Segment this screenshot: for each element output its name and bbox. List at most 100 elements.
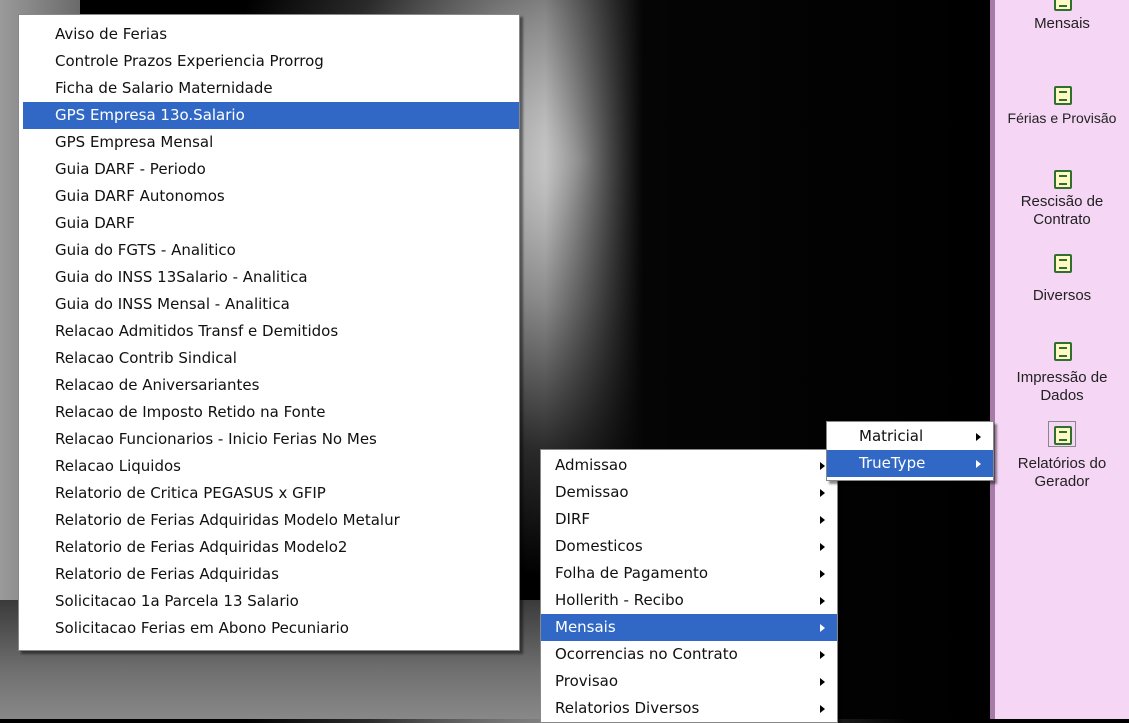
menu-item-1a-parcela-13[interactable]: Solicitacao 1a Parcela 13 Salario bbox=[19, 588, 519, 615]
menu-item-ferias-modelo-metalur[interactable]: Relatorio de Ferias Adquiridas Modelo Me… bbox=[19, 507, 519, 534]
menu-item-liquidos[interactable]: Relacao Liquidos bbox=[19, 453, 519, 480]
menu-item-matricial[interactable]: Matricial bbox=[827, 423, 993, 450]
menu-item-darf-autonomos[interactable]: Guia DARF Autonomos bbox=[19, 183, 519, 210]
menu-item-label: Guia do INSS 13Salario - Analitica bbox=[55, 268, 308, 286]
menu-item-label: Solicitacao 1a Parcela 13 Salario bbox=[55, 592, 299, 610]
menu-item-ferias-modelo2[interactable]: Relatorio de Ferias Adquiridas Modelo2 bbox=[19, 534, 519, 561]
menu-item-label: Admissao bbox=[555, 456, 628, 474]
sidebar-item-label: Diversos bbox=[1032, 287, 1092, 304]
menu-item-ficha-salario-maternidade[interactable]: Ficha de Salario Maternidade bbox=[19, 75, 519, 102]
menu-item-critica-pegasus-gfip[interactable]: Relatorio de Critica PEGASUS x GFIP bbox=[19, 480, 519, 507]
menu-item-label: Guia do INSS Mensal - Analitica bbox=[55, 295, 290, 313]
menu-item-label: Ficha de Salario Maternidade bbox=[55, 79, 273, 97]
sidebar-item-relatorios-gerador[interactable]: Relatórios do Gerador bbox=[995, 421, 1129, 491]
menu-item-label: TrueType bbox=[859, 454, 926, 472]
sidebar-item-label: Impressão de Dados bbox=[1016, 369, 1108, 404]
menu-item-label: Relacao Contrib Sindical bbox=[55, 349, 237, 367]
reports-menu: Aviso de Ferias Controle Prazos Experien… bbox=[18, 14, 520, 651]
menu-item-demissao[interactable]: Demissao bbox=[541, 479, 837, 506]
menu-item-admitidos-transf-demitidos[interactable]: Relacao Admitidos Transf e Demitidos bbox=[19, 318, 519, 345]
submenu-arrow-icon bbox=[820, 678, 825, 686]
menu-item-ocorrencias-contrato[interactable]: Ocorrencias no Contrato bbox=[541, 641, 837, 668]
menu-item-label: Relatorios Diversos bbox=[555, 699, 700, 717]
menu-item-mensais[interactable]: Mensais bbox=[541, 614, 837, 641]
submenu-arrow-icon bbox=[820, 651, 825, 659]
menu-item-gps-mensal[interactable]: GPS Empresa Mensal bbox=[19, 129, 519, 156]
report-icon bbox=[1051, 340, 1073, 361]
submenu-arrow-icon bbox=[820, 489, 825, 497]
menu-item-dirf[interactable]: DIRF bbox=[541, 506, 837, 533]
menu-item-ferias-adquiridas[interactable]: Relatorio de Ferias Adquiridas bbox=[19, 561, 519, 588]
menu-item-label: Aviso de Ferias bbox=[55, 25, 168, 43]
menu-item-imposto-retido[interactable]: Relacao de Imposto Retido na Fonte bbox=[19, 399, 519, 426]
menu-item-darf[interactable]: Guia DARF bbox=[19, 210, 519, 237]
menu-item-label: Relacao Funcionarios - Inicio Ferias No … bbox=[55, 430, 377, 448]
submenu-arrow-icon bbox=[976, 433, 981, 441]
submenu-arrow-icon bbox=[820, 597, 825, 605]
menu-item-relatorios-diversos[interactable]: Relatorios Diversos bbox=[541, 695, 837, 722]
sidebar-item-ferias-provisao[interactable]: Férias e Provisão bbox=[995, 84, 1129, 127]
menu-item-label: GPS Empresa 13o.Salario bbox=[55, 106, 245, 124]
menu-item-controle-prazos[interactable]: Controle Prazos Experiencia Prorrog bbox=[19, 48, 519, 75]
menu-item-truetype[interactable]: TrueType bbox=[827, 450, 993, 477]
submenu-arrow-icon bbox=[820, 543, 825, 551]
menu-item-aviso-ferias[interactable]: Aviso de Ferias bbox=[19, 21, 519, 48]
menu-item-label: Relatorio de Ferias Adquiridas Modelo Me… bbox=[55, 511, 400, 529]
menu-item-label: Relacao de Imposto Retido na Fonte bbox=[55, 403, 326, 421]
sidebar-item-diversos[interactable]: Diversos bbox=[995, 252, 1129, 305]
menu-item-label: Relatorio de Ferias Adquiridas Modelo2 bbox=[55, 538, 348, 556]
sidebar-item-impressao[interactable]: Impressão de Dados bbox=[995, 340, 1129, 405]
menu-item-label: Demissao bbox=[555, 483, 629, 501]
menu-item-hollerith-recibo[interactable]: Hollerith - Recibo bbox=[541, 587, 837, 614]
menu-item-label: Relatorio de Ferias Adquiridas bbox=[55, 565, 279, 583]
menu-item-darf-periodo[interactable]: Guia DARF - Periodo bbox=[19, 156, 519, 183]
menu-item-domesticos[interactable]: Domesticos bbox=[541, 533, 837, 560]
menu-item-gps-13o-salario[interactable]: GPS Empresa 13o.Salario bbox=[23, 102, 519, 129]
menu-item-contrib-sindical[interactable]: Relacao Contrib Sindical bbox=[19, 345, 519, 372]
menu-item-label: Hollerith - Recibo bbox=[555, 591, 684, 609]
menu-item-label: GPS Empresa Mensal bbox=[55, 133, 214, 151]
submenu-arrow-icon bbox=[976, 460, 981, 468]
report-icon bbox=[1051, 168, 1073, 189]
menu-item-label: Relacao Liquidos bbox=[55, 457, 181, 475]
menu-item-inss-mensal[interactable]: Guia do INSS Mensal - Analitica bbox=[19, 291, 519, 318]
menu-item-admissao[interactable]: Admissao bbox=[541, 452, 837, 479]
submenu-arrow-icon bbox=[820, 570, 825, 578]
report-sidebar: Mensais Férias e Provisão Rescisão de Co… bbox=[990, 0, 1129, 719]
menu-item-inss-13salario[interactable]: Guia do INSS 13Salario - Analitica bbox=[19, 264, 519, 291]
sidebar-item-label: Relatórios do Gerador bbox=[1017, 455, 1107, 490]
menu-item-label: DIRF bbox=[555, 510, 591, 528]
report-icon bbox=[1051, 84, 1073, 105]
menu-item-folha-pagamento[interactable]: Folha de Pagamento bbox=[541, 560, 837, 587]
menu-item-label: Provisao bbox=[555, 672, 619, 690]
categories-menu: Admissao Demissao DIRF Domesticos Folha … bbox=[540, 449, 838, 723]
report-icon bbox=[1051, 252, 1073, 273]
submenu-arrow-icon bbox=[820, 705, 825, 713]
sidebar-item-mensais[interactable]: Mensais bbox=[995, 0, 1129, 33]
sidebar-item-label: Rescisão de Contrato bbox=[1020, 193, 1104, 228]
sidebar-item-label: Férias e Provisão bbox=[1007, 110, 1117, 126]
menu-item-label: Relatorio de Critica PEGASUS x GFIP bbox=[55, 484, 326, 502]
sidebar-item-rescisao[interactable]: Rescisão de Contrato bbox=[995, 168, 1129, 229]
menu-item-label: Controle Prazos Experiencia Prorrog bbox=[55, 52, 324, 70]
menu-item-aniversariantes[interactable]: Relacao de Aniversariantes bbox=[19, 372, 519, 399]
menu-item-inicio-ferias[interactable]: Relacao Funcionarios - Inicio Ferias No … bbox=[19, 426, 519, 453]
menu-item-provisao[interactable]: Provisao bbox=[541, 668, 837, 695]
menu-item-abono-pecuniario[interactable]: Solicitacao Ferias em Abono Pecuniario bbox=[19, 615, 519, 642]
menu-item-label: Domesticos bbox=[555, 537, 643, 555]
menu-item-label: Mensais bbox=[555, 618, 616, 636]
menu-item-label: Guia DARF bbox=[55, 214, 135, 232]
sidebar-item-label: Mensais bbox=[1034, 15, 1090, 32]
submenu-arrow-icon bbox=[820, 624, 825, 632]
menu-item-label: Folha de Pagamento bbox=[555, 564, 709, 582]
menu-item-label: Ocorrencias no Contrato bbox=[555, 645, 738, 663]
menu-item-label: Guia do FGTS - Analitico bbox=[55, 241, 236, 259]
menu-item-fgts-analitico[interactable]: Guia do FGTS - Analitico bbox=[19, 237, 519, 264]
menu-item-label: Guia DARF - Periodo bbox=[55, 160, 206, 178]
menu-item-label: Guia DARF Autonomos bbox=[55, 187, 225, 205]
report-icon bbox=[1051, 0, 1073, 11]
menu-item-label: Relacao de Aniversariantes bbox=[55, 376, 260, 394]
menu-item-label: Solicitacao Ferias em Abono Pecuniario bbox=[55, 619, 349, 637]
submenu-arrow-icon bbox=[820, 462, 825, 470]
format-menu: Matricial TrueType bbox=[826, 421, 994, 481]
